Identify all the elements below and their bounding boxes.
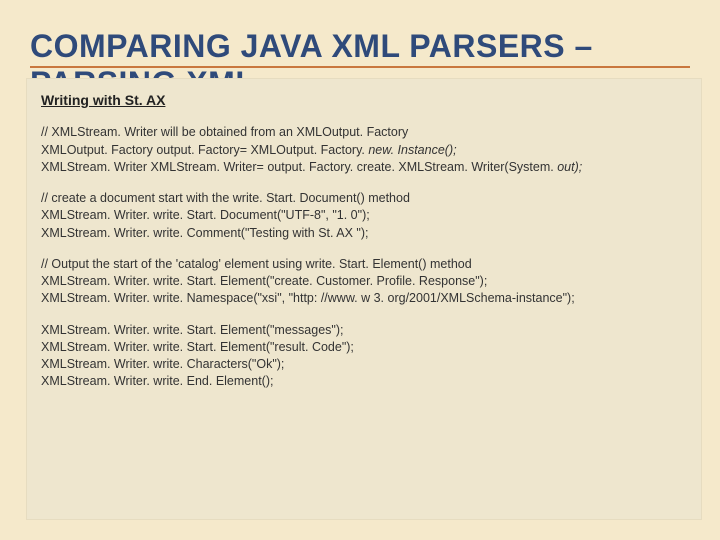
code-block-2: // create a document start with the writ…: [41, 190, 687, 242]
code-block-3: // Output the start of the 'catalog' ele…: [41, 256, 687, 308]
code-block-4: XMLStream. Writer. write. Start. Element…: [41, 322, 687, 391]
title-underline: [30, 66, 690, 68]
code-line: // Output the start of the 'catalog' ele…: [41, 256, 687, 273]
code-text-italic: out);: [557, 160, 582, 174]
section-heading: Writing with St. AX: [41, 91, 687, 110]
code-text: XMLStream. Writer XMLStream. Writer= out…: [41, 160, 557, 174]
code-block-1: // XMLStream. Writer will be obtained fr…: [41, 124, 687, 176]
code-line: // XMLStream. Writer will be obtained fr…: [41, 124, 687, 141]
code-text-italic: new. Instance();: [368, 143, 456, 157]
code-line: // create a document start with the writ…: [41, 190, 687, 207]
code-line: XMLStream. Writer. write. Start. Element…: [41, 339, 687, 356]
code-line: XMLStream. Writer. write. Namespace("xsi…: [41, 290, 687, 307]
code-line: XMLStream. Writer. write. Comment("Testi…: [41, 225, 687, 242]
code-line: XMLOutput. Factory output. Factory= XMLO…: [41, 142, 687, 159]
code-text: XMLOutput. Factory output. Factory= XMLO…: [41, 143, 368, 157]
slide: COMPARING JAVA XML PARSERS – PARSING XML…: [0, 0, 720, 540]
code-line: XMLStream. Writer. write. Start. Element…: [41, 322, 687, 339]
code-line: XMLStream. Writer XMLStream. Writer= out…: [41, 159, 687, 176]
code-line: XMLStream. Writer. write. End. Element()…: [41, 373, 687, 390]
content-box: Writing with St. AX // XMLStream. Writer…: [26, 78, 702, 520]
code-line: XMLStream. Writer. write. Start. Documen…: [41, 207, 687, 224]
code-line: XMLStream. Writer. write. Start. Element…: [41, 273, 687, 290]
code-line: XMLStream. Writer. write. Characters("Ok…: [41, 356, 687, 373]
